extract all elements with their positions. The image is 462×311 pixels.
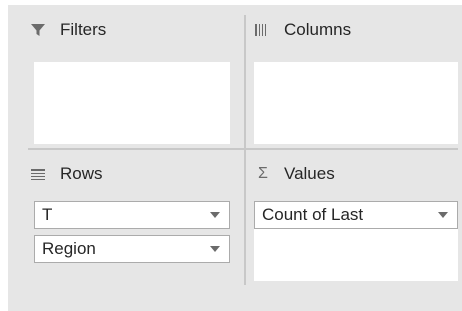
values-title: Values xyxy=(284,164,335,183)
chevron-down-icon[interactable] xyxy=(201,236,229,262)
columns-drop-zone[interactable] xyxy=(254,62,458,144)
columns-area: Columns xyxy=(254,19,458,144)
filters-area: Filters xyxy=(30,19,233,144)
horizontal-divider xyxy=(28,148,458,150)
values-field-count-of-last[interactable]: Count of Last xyxy=(254,201,458,229)
rows-lines-icon xyxy=(30,166,48,182)
filters-drop-zone[interactable] xyxy=(34,62,230,144)
vertical-divider xyxy=(244,15,246,285)
chevron-down-icon[interactable] xyxy=(429,202,457,228)
values-area: Σ Values Count of Last xyxy=(254,163,458,293)
field-label: Region xyxy=(42,239,96,258)
field-label: T xyxy=(42,205,53,224)
filter-funnel-icon xyxy=(30,22,48,38)
columns-bars-icon xyxy=(254,22,272,38)
values-drop-zone[interactable]: Count of Last xyxy=(254,201,458,281)
rows-area: Rows T Region xyxy=(30,163,233,293)
chevron-down-icon[interactable] xyxy=(201,202,229,228)
rows-header: Rows xyxy=(30,163,103,185)
rows-field-region[interactable]: Region xyxy=(34,235,230,263)
columns-title: Columns xyxy=(284,20,352,39)
rows-title: Rows xyxy=(60,164,103,183)
pivot-field-areas-panel: Filters Columns Rows T Region Σ Values C… xyxy=(8,5,462,311)
rows-drop-zone[interactable]: T Region xyxy=(34,201,230,281)
filters-header: Filters xyxy=(30,19,106,41)
rows-field-t[interactable]: T xyxy=(34,201,230,229)
values-header: Σ Values xyxy=(254,163,335,185)
sigma-icon: Σ xyxy=(258,165,268,182)
columns-header: Columns xyxy=(254,19,351,41)
filters-title: Filters xyxy=(60,20,107,39)
field-label: Count of Last xyxy=(262,205,364,224)
